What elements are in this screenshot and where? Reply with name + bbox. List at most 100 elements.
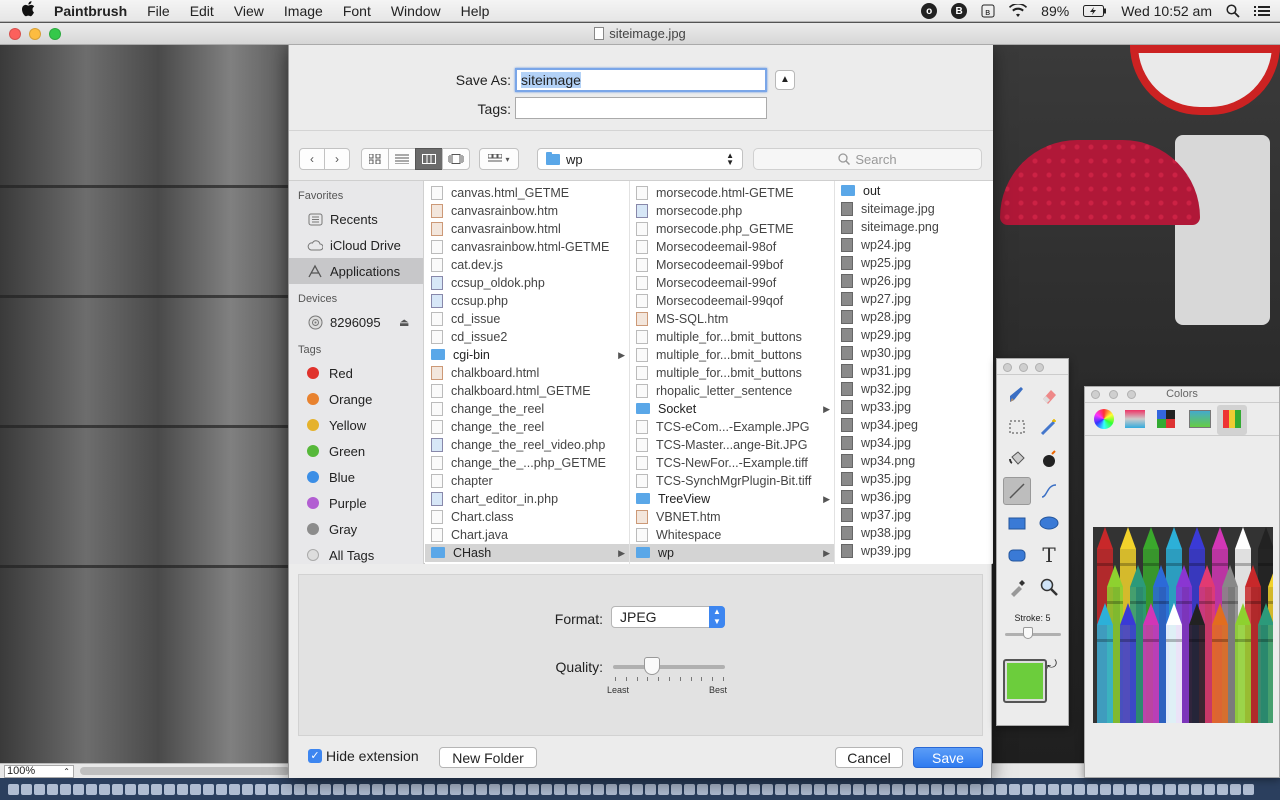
file-row[interactable]: Morsecodeemail-99bof: [630, 256, 834, 274]
file-row[interactable]: multiple_for...bmit_buttons: [630, 346, 834, 364]
file-row[interactable]: cd_issue2: [425, 328, 629, 346]
menu-help[interactable]: Help: [461, 3, 490, 19]
arrange-menu-button[interactable]: ▾: [479, 148, 519, 170]
dock-app-icon[interactable]: [567, 783, 578, 795]
dock-app-icon[interactable]: [47, 783, 58, 795]
zoom-tool-icon[interactable]: [1035, 573, 1063, 601]
eyedropper-tool-icon[interactable]: [1003, 573, 1031, 601]
file-row[interactable]: wp25.jpg: [835, 254, 992, 272]
crayon[interactable]: [1210, 603, 1230, 723]
file-row[interactable]: canvasrainbow.html: [425, 220, 629, 238]
file-row[interactable]: change_the_reel_video.php: [425, 436, 629, 454]
file-row[interactable]: TCS-NewFor...-Example.tiff: [630, 454, 834, 472]
search-field[interactable]: Search: [753, 148, 982, 170]
file-row[interactable]: wp34.png: [835, 452, 992, 470]
dock-app-icon[interactable]: [34, 783, 45, 795]
menu-image[interactable]: Image: [284, 3, 323, 19]
crayon[interactable]: [1256, 603, 1273, 723]
dock-app-icon[interactable]: [1243, 783, 1254, 795]
quality-slider-knob[interactable]: [644, 657, 661, 675]
file-row[interactable]: wp30.jpg: [835, 344, 992, 362]
file-row[interactable]: wp33.jpg: [835, 398, 992, 416]
sidebar-item-device[interactable]: 8296095 ⏏: [289, 309, 423, 335]
dock-app-icon[interactable]: [1191, 783, 1202, 795]
forward-button[interactable]: ›: [324, 148, 350, 170]
dock-app-icon[interactable]: [177, 783, 188, 795]
fill-color-well[interactable]: [1003, 659, 1047, 703]
dock-app-icon[interactable]: [541, 783, 552, 795]
bluetooth-icon[interactable]: ʙ: [981, 4, 995, 18]
file-row[interactable]: wp27.jpg: [835, 290, 992, 308]
file-row[interactable]: VBNET.htm: [630, 508, 834, 526]
file-row[interactable]: cat.dev.js: [425, 256, 629, 274]
dock-app-icon[interactable]: [684, 783, 695, 795]
dock-app-icon[interactable]: [697, 783, 708, 795]
dock-app-icon[interactable]: [879, 783, 890, 795]
file-row[interactable]: change_the_reel: [425, 418, 629, 436]
dock-app-icon[interactable]: [632, 783, 643, 795]
sidebar-tag-blue[interactable]: Blue: [289, 464, 423, 490]
dock-app-icon[interactable]: [112, 783, 123, 795]
file-row[interactable]: Morsecodeemail-99of: [630, 274, 834, 292]
curve-tool-icon[interactable]: [1035, 477, 1063, 505]
dock-app-icon[interactable]: [229, 783, 240, 795]
file-row[interactable]: wp36.jpg: [835, 488, 992, 506]
rectangle-tool-icon[interactable]: [1003, 509, 1031, 537]
paint-bucket-tool-icon[interactable]: [1003, 445, 1031, 473]
sidebar-item-applications[interactable]: Applications: [289, 258, 423, 284]
dock-app-icon[interactable]: [788, 783, 799, 795]
dock-app-icon[interactable]: [1035, 783, 1046, 795]
color-sliders-icon[interactable]: [1125, 410, 1145, 428]
dock-app-icon[interactable]: [593, 783, 604, 795]
dock-app-icon[interactable]: [281, 783, 292, 795]
dock-app-icon[interactable]: [294, 783, 305, 795]
dock-app-icon[interactable]: [1152, 783, 1163, 795]
sidebar-tag-all-tags[interactable]: All Tags: [289, 542, 423, 564]
horizontal-scrollbar[interactable]: [80, 767, 290, 775]
file-row[interactable]: ccsup_oldok.php: [425, 274, 629, 292]
dock-app-icon[interactable]: [658, 783, 669, 795]
rect-select-tool-icon[interactable]: [1003, 413, 1031, 441]
dock-app-icon[interactable]: [359, 783, 370, 795]
dock-app-icon[interactable]: [996, 783, 1007, 795]
dock-app-icon[interactable]: [398, 783, 409, 795]
sidebar-item-recents[interactable]: Recents: [289, 206, 423, 232]
file-row[interactable]: canvasrainbow.html-GETME: [425, 238, 629, 256]
dock-app-icon[interactable]: [1230, 783, 1241, 795]
dock-app-icon[interactable]: [489, 783, 500, 795]
file-row[interactable]: chart_editor_in.php: [425, 490, 629, 508]
eject-icon[interactable]: ⏏: [399, 316, 409, 329]
palette-minimize-button[interactable]: [1019, 363, 1028, 372]
folder-row[interactable]: CHash ▶: [425, 544, 629, 562]
file-row[interactable]: chalkboard.html_GETME: [425, 382, 629, 400]
file-column-2[interactable]: morsecode.html-GETME morsecode.php morseco…: [630, 181, 835, 564]
b-circle-icon[interactable]: B: [951, 3, 968, 19]
stroke-slider-track[interactable]: [1005, 633, 1061, 636]
dock-app-icon[interactable]: [931, 783, 942, 795]
dock-app-icon[interactable]: [1113, 783, 1124, 795]
file-row[interactable]: morsecode.php_GETME: [630, 220, 834, 238]
file-row[interactable]: wp35.jpg: [835, 470, 992, 488]
dock-app-icon[interactable]: [528, 783, 539, 795]
column-view-button[interactable]: [415, 148, 443, 170]
spray-tool-icon[interactable]: [1035, 445, 1063, 473]
eraser-tool-icon[interactable]: [1035, 381, 1063, 409]
file-row[interactable]: wp28.jpg: [835, 308, 992, 326]
dock-app-icon[interactable]: [502, 783, 513, 795]
dock-app-icon[interactable]: [1178, 783, 1189, 795]
menu-file[interactable]: File: [147, 3, 170, 19]
file-row[interactable]: canvas.html_GETME: [425, 184, 629, 202]
dock-app-icon[interactable]: [242, 783, 253, 795]
dock-app-icon[interactable]: [1100, 783, 1111, 795]
dock-app-icon[interactable]: [983, 783, 994, 795]
dock-app-icon[interactable]: [905, 783, 916, 795]
file-row[interactable]: siteimage.jpg: [835, 200, 992, 218]
back-button[interactable]: ‹: [299, 148, 325, 170]
file-row[interactable]: change_the_reel: [425, 400, 629, 418]
dock-app-icon[interactable]: [1009, 783, 1020, 795]
apple-menu-icon[interactable]: [18, 1, 38, 20]
palette-close-button[interactable]: [1003, 363, 1012, 372]
text-tool-icon[interactable]: T: [1035, 541, 1063, 569]
dock-app-icon[interactable]: [424, 783, 435, 795]
folder-row[interactable]: Socket ▶: [630, 400, 834, 418]
